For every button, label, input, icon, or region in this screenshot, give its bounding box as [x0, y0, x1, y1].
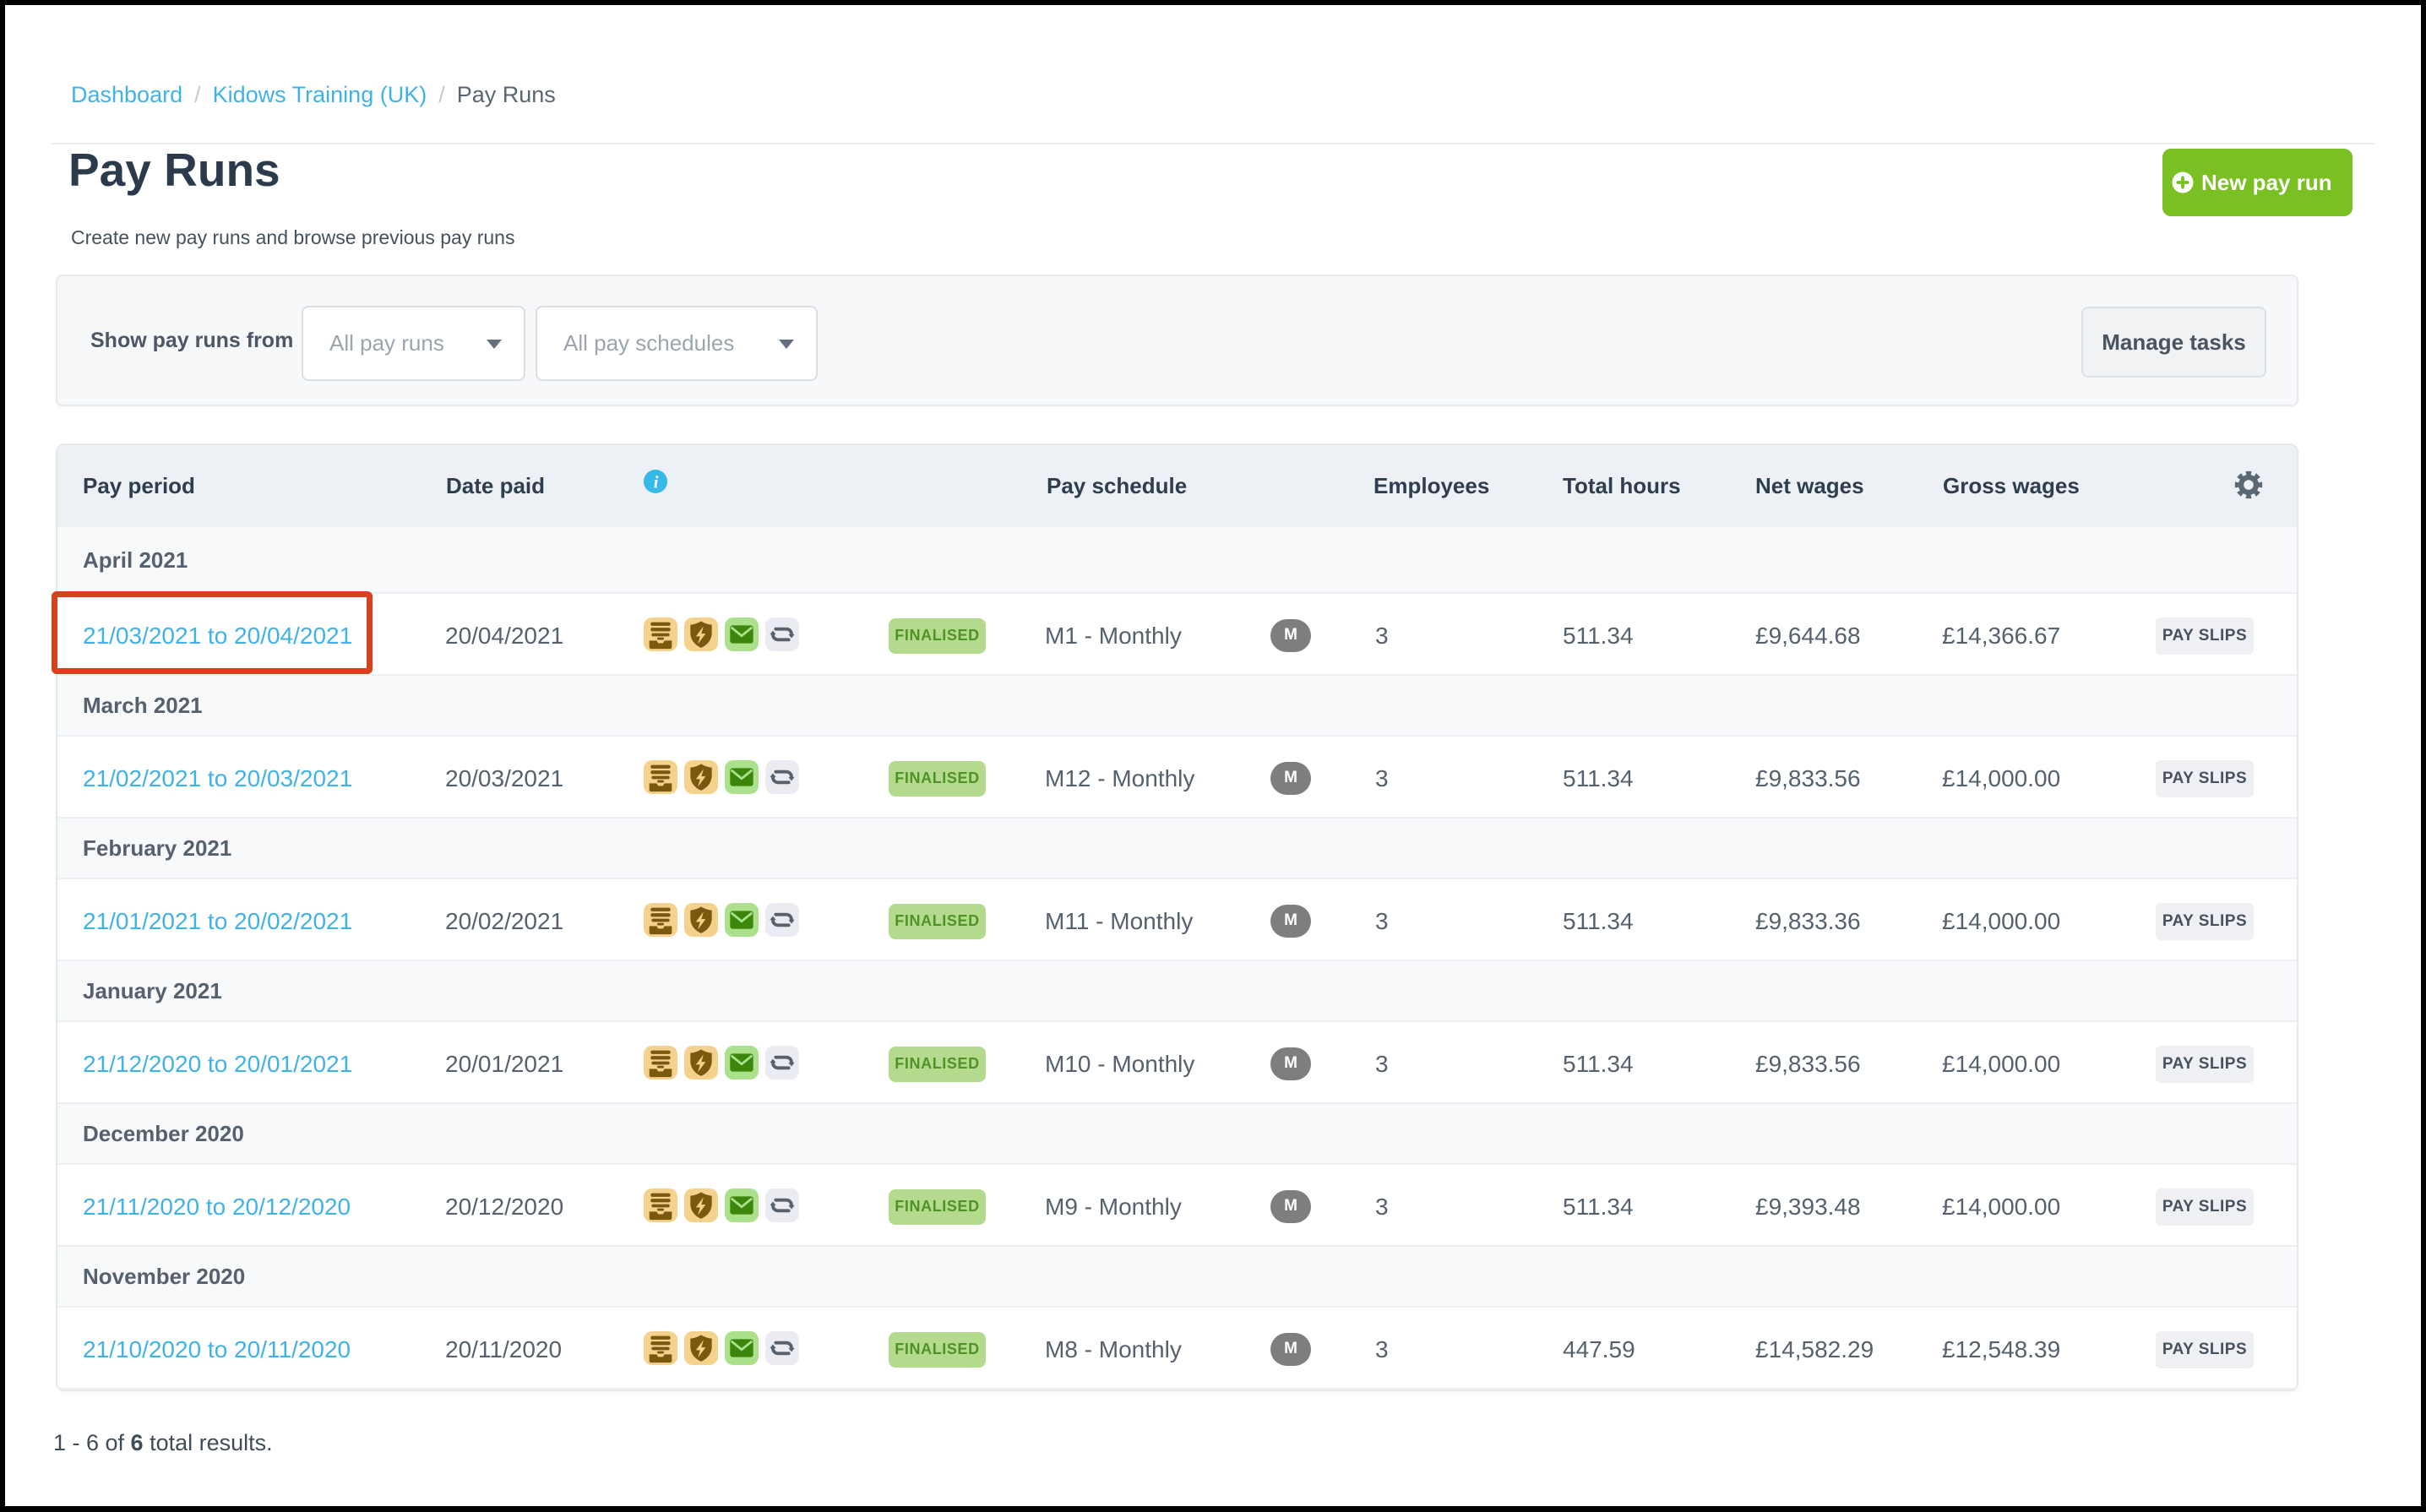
svg-text:i: i	[654, 472, 659, 492]
